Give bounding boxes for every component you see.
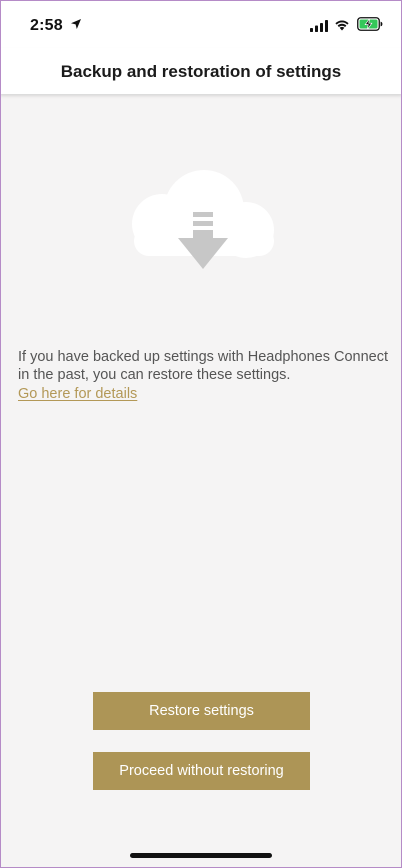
battery-charging-icon [357,17,383,31]
restore-settings-button[interactable]: Restore settings [93,692,310,730]
home-indicator[interactable] [130,853,272,858]
screen-frame [0,0,402,868]
page-title: Backup and restoration of settings [60,62,342,81]
restore-description: If you have backed up settings with Head… [18,349,388,383]
wifi-icon [335,20,349,31]
location-arrow-icon [71,19,81,29]
navigation-header: Backup and restoration of settings [0,48,402,94]
cellular-signal-icon [310,20,328,32]
status-bar: 2:58 [0,0,402,48]
status-time: 2:58 [30,17,63,34]
details-link[interactable]: Go here for details [18,386,137,402]
cloud-download-icon [132,170,274,269]
proceed-without-restoring-button[interactable]: Proceed without restoring [93,752,310,790]
